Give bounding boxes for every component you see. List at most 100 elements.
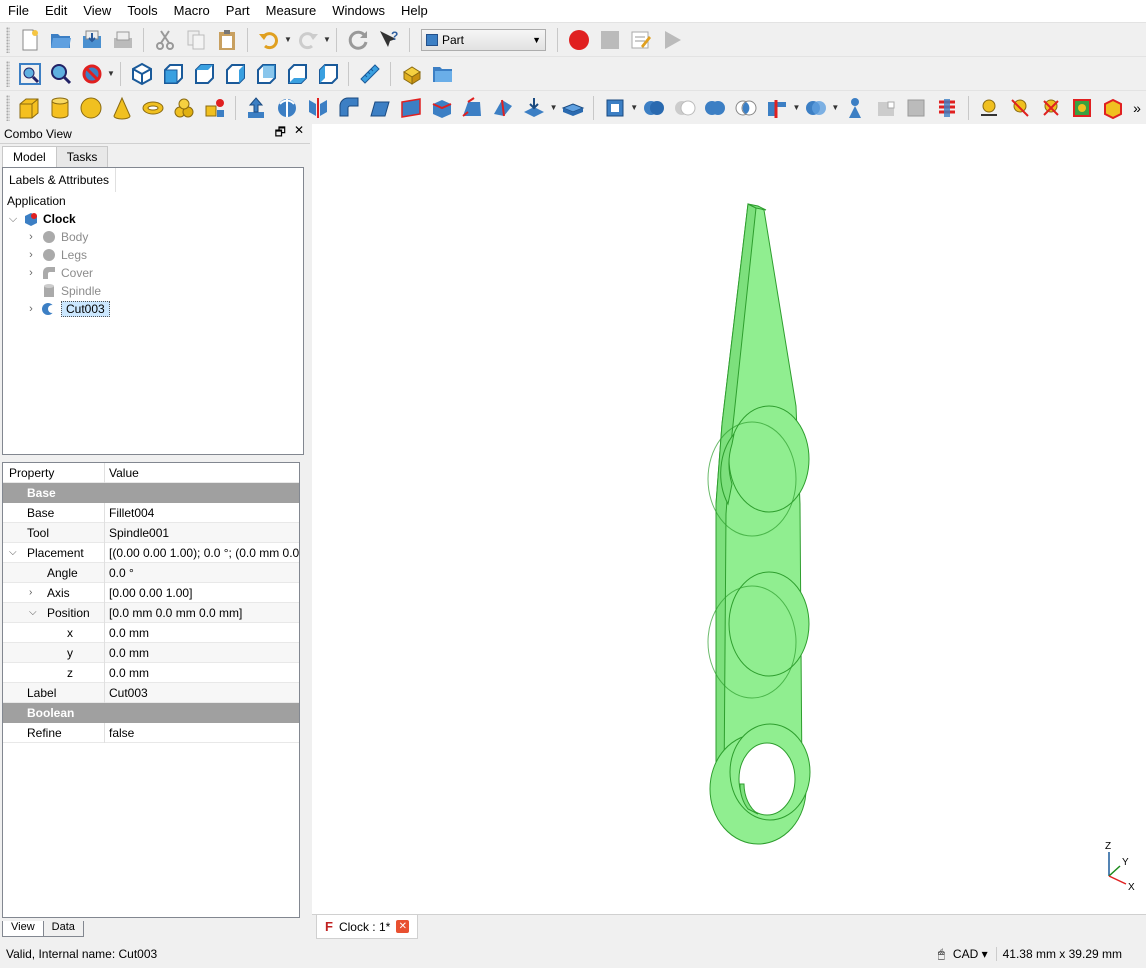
tree-item-clock[interactable]: ⌵ Clock xyxy=(3,210,303,228)
chevron-right-icon[interactable]: › xyxy=(25,231,37,243)
measure-linear-icon[interactable] xyxy=(976,94,1003,121)
cross-sections-icon[interactable] xyxy=(934,94,961,121)
menu-edit[interactable]: Edit xyxy=(37,0,75,22)
split-tools-icon[interactable] xyxy=(802,94,829,121)
value-column-header[interactable]: Value xyxy=(105,466,299,480)
property-row[interactable]: Label Cut003 xyxy=(3,682,299,703)
view-front-icon[interactable] xyxy=(159,60,186,87)
toolbar-overflow-icon[interactable]: » xyxy=(1130,94,1144,121)
property-value[interactable]: false xyxy=(105,726,299,740)
compound-tools-icon[interactable] xyxy=(601,94,628,121)
redo-icon[interactable] xyxy=(294,26,321,53)
fit-selection-icon[interactable] xyxy=(47,60,74,87)
join-dropdown-icon[interactable]: ▼ xyxy=(793,94,801,121)
tree-item-cover[interactable]: › Cover xyxy=(3,264,303,282)
menu-file[interactable]: File xyxy=(0,0,37,22)
property-column-header[interactable]: Property xyxy=(3,462,105,483)
sweep-icon[interactable] xyxy=(490,94,517,121)
copy-icon[interactable] xyxy=(182,26,209,53)
close-icon[interactable]: ✕ xyxy=(396,920,410,933)
property-value[interactable]: [0.00 0.00 1.00] xyxy=(105,586,299,600)
macro-record-icon[interactable] xyxy=(565,26,592,53)
view-top-icon[interactable] xyxy=(190,60,217,87)
navigation-style-selector[interactable]: CAD ▾ xyxy=(953,947,988,961)
view-rear-icon[interactable] xyxy=(252,60,279,87)
cone-icon[interactable] xyxy=(109,94,136,121)
boolean-icon[interactable] xyxy=(640,94,667,121)
check-geometry-icon[interactable] xyxy=(841,94,868,121)
property-row[interactable]: y 0.0 mm xyxy=(3,642,299,663)
draw-style-dropdown-icon[interactable]: ▼ xyxy=(107,60,115,87)
mirror-icon[interactable] xyxy=(305,94,332,121)
chevron-right-icon[interactable]: › xyxy=(25,249,37,261)
tree-item-legs[interactable]: › Legs xyxy=(3,246,303,264)
property-row[interactable]: ⌵ Placement [(0.00 0.00 1.00); 0.0 °; (0.0… xyxy=(3,542,299,563)
chevron-right-icon[interactable]: › xyxy=(25,303,37,315)
float-dock-icon[interactable]: 🗗 xyxy=(275,123,286,144)
menu-tools[interactable]: Tools xyxy=(119,0,165,22)
whats-this-icon[interactable]: ? xyxy=(375,26,402,53)
join-features-icon[interactable] xyxy=(764,94,791,121)
sphere-icon[interactable] xyxy=(78,94,105,121)
chevron-down-icon[interactable]: ⌵ xyxy=(29,603,37,623)
undo-dropdown-icon[interactable]: ▼ xyxy=(284,26,292,53)
thickness-icon[interactable] xyxy=(560,94,587,121)
view-bottom-icon[interactable] xyxy=(283,60,310,87)
save-icon[interactable] xyxy=(78,26,105,53)
measure-toggle-all-icon[interactable] xyxy=(1068,94,1095,121)
property-row[interactable]: ⌵ Position [0.0 mm 0.0 mm 0.0 mm] xyxy=(3,602,299,623)
property-value[interactable]: 0.0 mm xyxy=(105,666,299,680)
create-group-icon[interactable] xyxy=(429,60,456,87)
menu-help[interactable]: Help xyxy=(393,0,436,22)
fuse-icon[interactable] xyxy=(702,94,729,121)
cylinder-icon[interactable] xyxy=(47,94,74,121)
shape-builder-icon[interactable] xyxy=(903,94,930,121)
cut-boolean-icon[interactable] xyxy=(671,94,698,121)
macro-execute-icon[interactable] xyxy=(658,26,685,53)
toolbar-grip[interactable] xyxy=(6,60,10,87)
menu-part[interactable]: Part xyxy=(218,0,258,22)
property-value[interactable]: Cut003 xyxy=(105,686,299,700)
tab-data[interactable]: Data xyxy=(42,921,84,937)
menu-view[interactable]: View xyxy=(75,0,119,22)
primitives-icon[interactable] xyxy=(201,94,228,121)
tree-item-spindle[interactable]: Spindle xyxy=(3,282,303,300)
toolbar-grip[interactable] xyxy=(6,26,10,53)
section-dropdown-icon[interactable]: ▼ xyxy=(550,94,558,121)
revolve-icon[interactable] xyxy=(274,94,301,121)
tab-tasks[interactable]: Tasks xyxy=(55,146,109,167)
cut-icon[interactable] xyxy=(151,26,178,53)
property-value[interactable]: Fillet004 xyxy=(105,506,299,520)
property-value[interactable]: Spindle001 xyxy=(105,526,299,540)
measure-angular-icon[interactable] xyxy=(1007,94,1034,121)
fillet-icon[interactable] xyxy=(336,94,363,121)
workbench-selector[interactable]: Part ▼ xyxy=(421,28,546,51)
property-row[interactable]: x 0.0 mm xyxy=(3,622,299,643)
close-icon[interactable]: ✕ xyxy=(294,123,304,144)
chevron-down-icon[interactable]: ⌵ xyxy=(9,543,17,563)
tab-model[interactable]: Model xyxy=(2,146,57,168)
tree-item-cut003[interactable]: › Cut003 xyxy=(3,300,303,318)
tree-item-body[interactable]: › Body xyxy=(3,228,303,246)
refresh-icon[interactable] xyxy=(344,26,371,53)
tube-icon[interactable] xyxy=(170,94,197,121)
chevron-down-icon[interactable]: ⌵ xyxy=(7,213,19,226)
property-value[interactable]: 0.0 mm xyxy=(105,626,299,640)
property-row[interactable]: Refine false xyxy=(3,722,299,743)
menu-windows[interactable]: Windows xyxy=(324,0,393,22)
menu-measure[interactable]: Measure xyxy=(258,0,325,22)
document-tab-clock[interactable]: F Clock : 1* ✕ xyxy=(316,915,419,939)
macro-stop-icon[interactable] xyxy=(596,26,623,53)
property-value[interactable]: [0.0 mm 0.0 mm 0.0 mm] xyxy=(105,606,299,620)
section-icon[interactable] xyxy=(521,94,548,121)
extrude-icon[interactable] xyxy=(243,94,270,121)
measure-toggle-3d-icon[interactable] xyxy=(1099,94,1126,121)
save-as-icon[interactable] xyxy=(109,26,136,53)
measure-clear-icon[interactable] xyxy=(1037,94,1064,121)
property-row[interactable]: › Axis [0.00 0.00 1.00] xyxy=(3,582,299,603)
tree-header-labels[interactable]: Labels & Attributes xyxy=(3,168,117,192)
split-dropdown-icon[interactable]: ▼ xyxy=(831,94,839,121)
fit-all-icon[interactable] xyxy=(16,60,43,87)
property-row[interactable]: Angle 0.0 ° xyxy=(3,562,299,583)
new-document-icon[interactable] xyxy=(16,26,43,53)
